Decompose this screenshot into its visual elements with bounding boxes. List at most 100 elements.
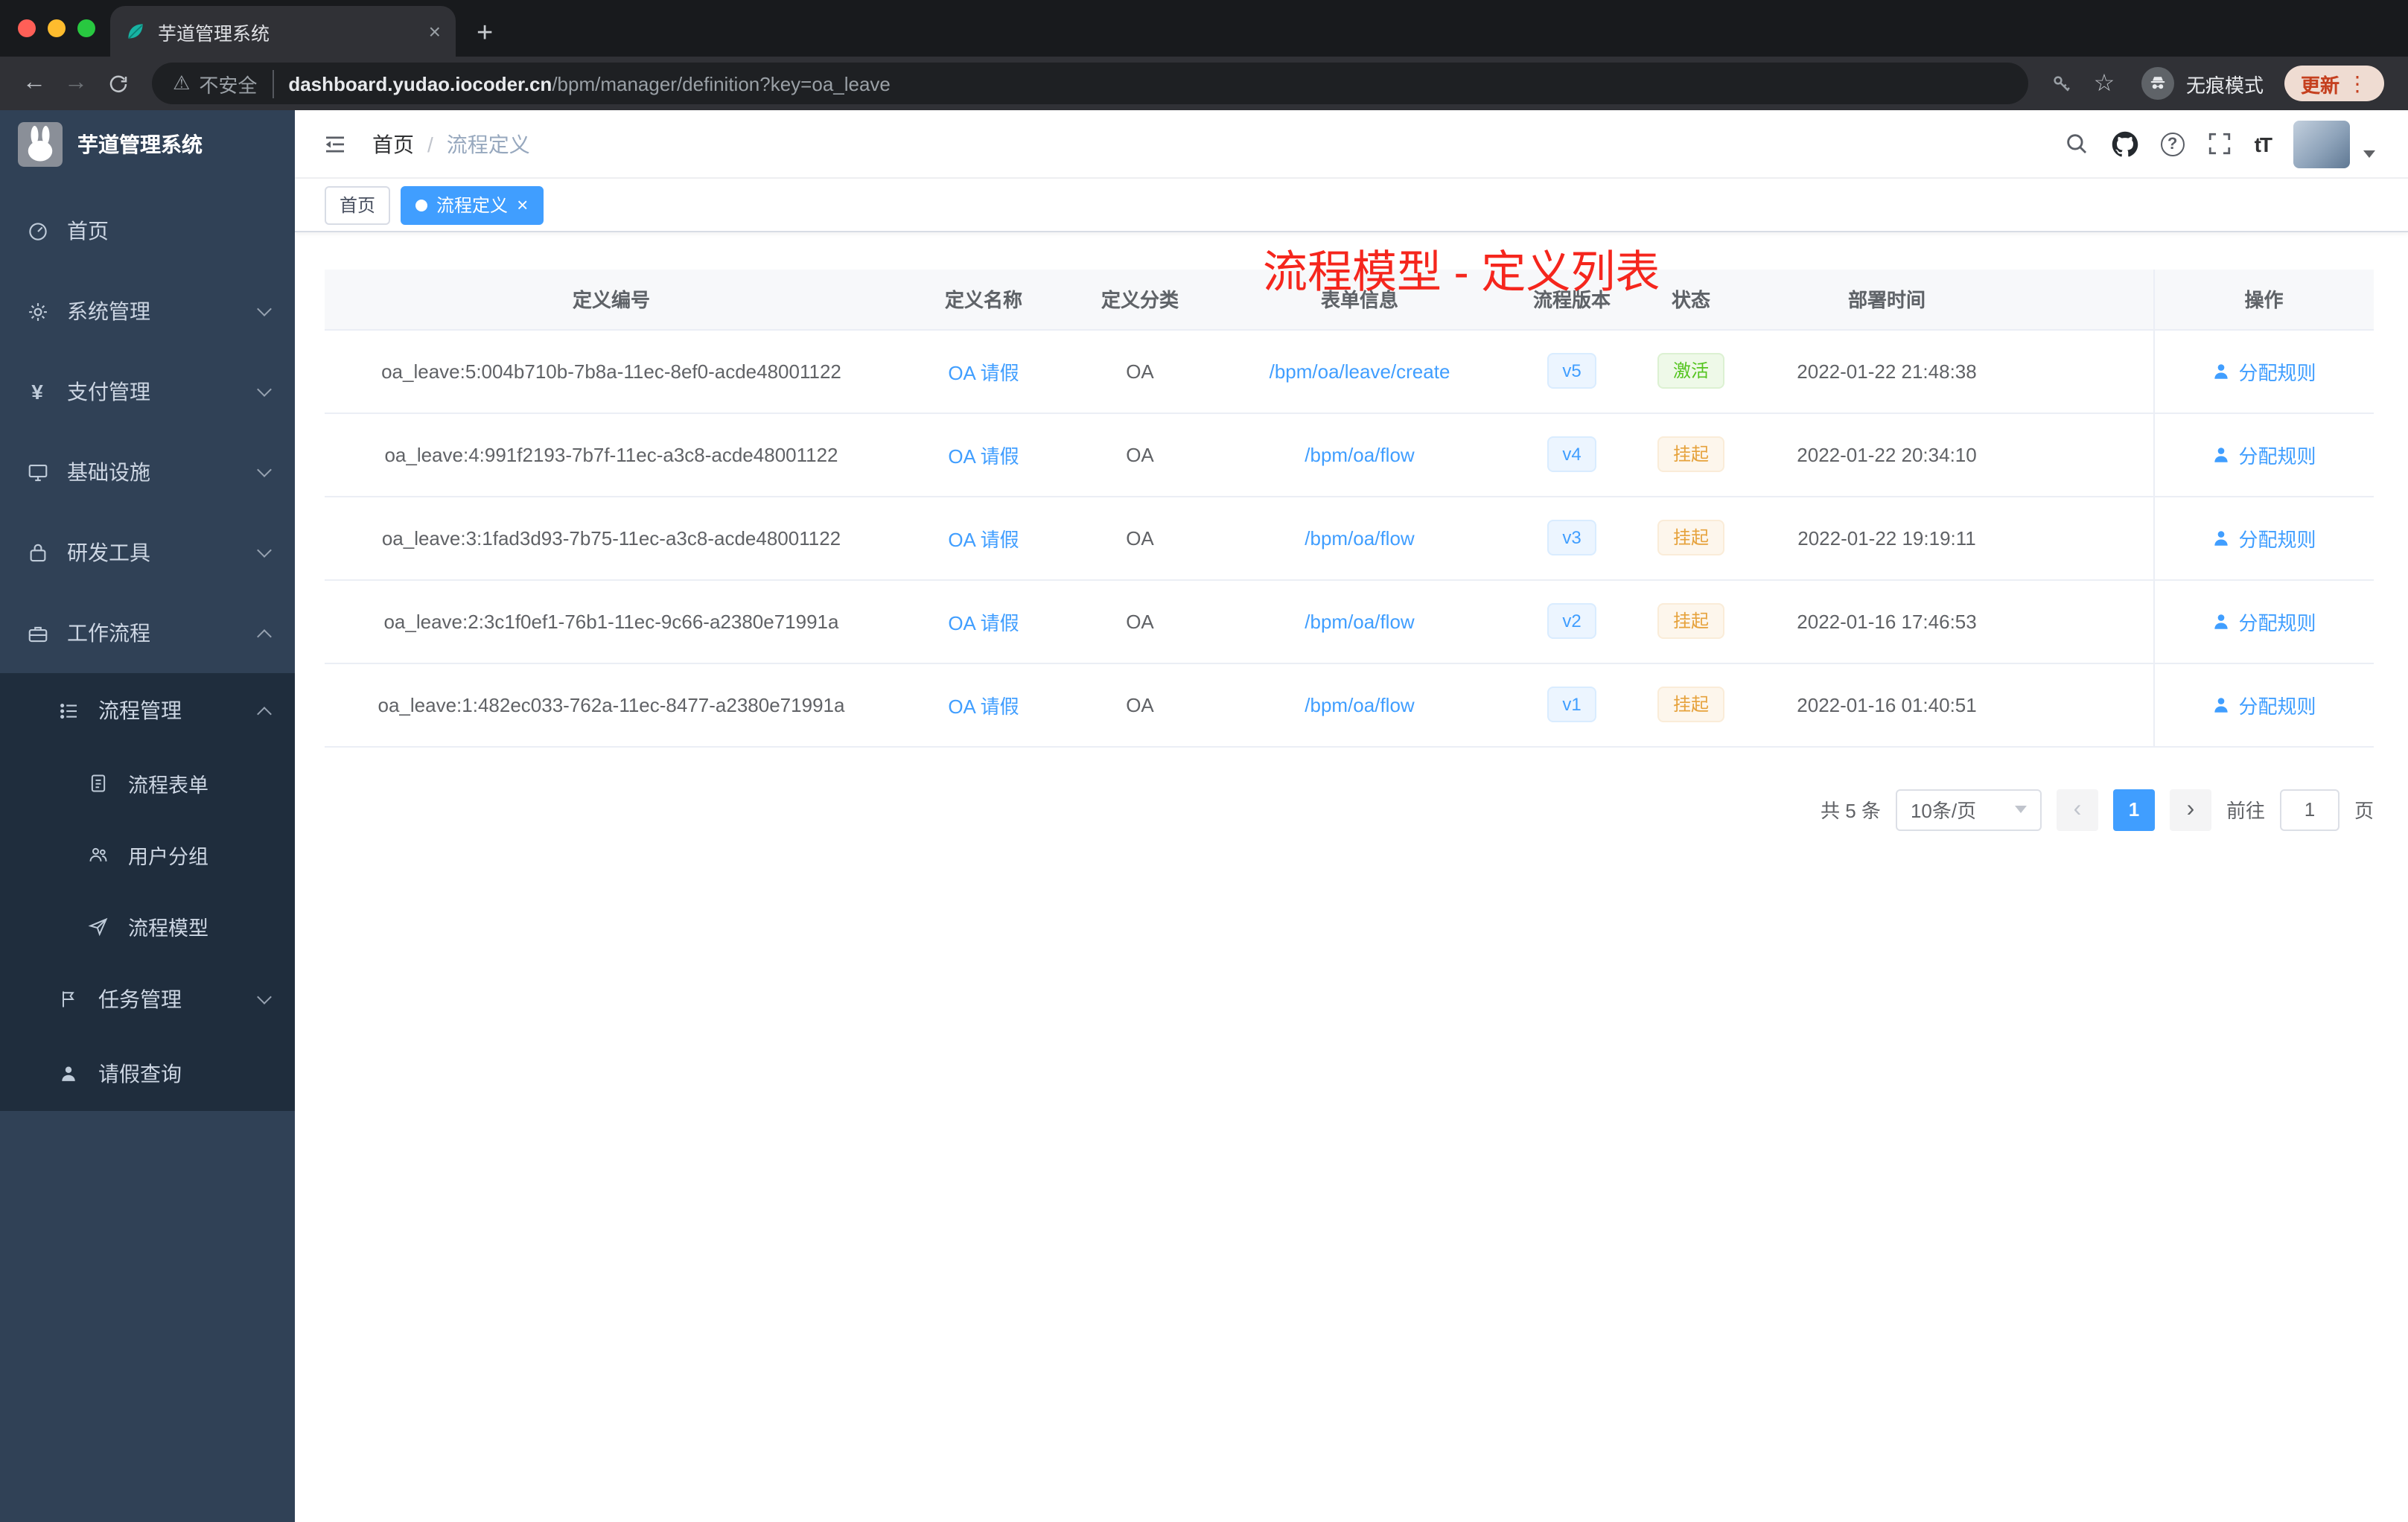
form-link[interactable]: /bpm/oa/flow bbox=[1305, 443, 1414, 465]
user-icon bbox=[2214, 447, 2229, 462]
forward-button[interactable]: → bbox=[57, 64, 95, 103]
address-bar[interactable]: ⚠ 不安全 dashboard.yudao.iocoder.cn/bpm/man… bbox=[152, 63, 2028, 104]
cell-spacer bbox=[2027, 579, 2153, 663]
browser-tab[interactable]: 芋道管理系统 × bbox=[110, 6, 456, 57]
form-link[interactable]: /bpm/oa/leave/create bbox=[1270, 360, 1450, 382]
column-header: 定义分类 bbox=[1069, 270, 1211, 330]
sidebar-item-label: 用户分组 bbox=[128, 846, 208, 868]
definition-name-link[interactable]: OA 请假 bbox=[948, 445, 1019, 467]
form-link[interactable]: /bpm/oa/flow bbox=[1305, 693, 1414, 716]
sidebar: 芋道管理系统 首页 系统管理 ¥ 支付管理 基础设施 研发工具 工作流程 流程管… bbox=[0, 110, 295, 1522]
user-avatar[interactable] bbox=[2293, 120, 2350, 168]
assign-rule-button[interactable]: 分配规则 bbox=[2211, 357, 2316, 385]
sidebar-item-workflow[interactable]: 工作流程 bbox=[0, 593, 295, 673]
sidebar-toggle-button[interactable] bbox=[322, 130, 348, 157]
window-minimize-button[interactable] bbox=[48, 19, 66, 37]
assign-rule-button[interactable]: 分配规则 bbox=[2211, 440, 2316, 468]
user-menu-caret-icon[interactable] bbox=[2363, 150, 2375, 158]
reload-button[interactable] bbox=[98, 64, 137, 103]
version-badge: v3 bbox=[1547, 520, 1596, 555]
sidebar-item-label: 流程表单 bbox=[128, 774, 208, 797]
pagination-total: 共 5 条 bbox=[1821, 800, 1881, 822]
update-label: 更新 bbox=[2300, 74, 2339, 96]
sidebar-item-label: 任务管理 bbox=[98, 987, 182, 1011]
security-label[interactable]: 不安全 bbox=[199, 69, 257, 98]
fullscreen-icon[interactable] bbox=[2207, 131, 2232, 156]
definition-name-link[interactable]: OA 请假 bbox=[948, 611, 1019, 634]
next-page-button[interactable]: › bbox=[2169, 789, 2211, 830]
chevron-down-icon bbox=[257, 381, 272, 396]
paper-plane-icon bbox=[86, 916, 110, 937]
definition-category: OA bbox=[1069, 413, 1211, 497]
browser-toolbar: ← → ⚠ 不安全 dashboard.yudao.iocoder.cn/bpm… bbox=[0, 57, 2408, 110]
sidebar-item-process-form[interactable]: 流程表单 bbox=[0, 748, 295, 819]
github-icon[interactable] bbox=[2112, 130, 2138, 157]
annotation-overlay: 流程模型 - 定义列表 bbox=[1263, 249, 1660, 298]
breadcrumb-home[interactable]: 首页 bbox=[372, 129, 414, 159]
app-header: 首页 / 流程定义 ? tT bbox=[295, 110, 2408, 179]
prev-page-button[interactable]: ‹ bbox=[2056, 789, 2098, 830]
deploy-time: 2022-01-22 21:48:38 bbox=[1747, 329, 2027, 413]
sidebar-item-leave-query[interactable]: 请假查询 bbox=[0, 1037, 295, 1111]
briefcase-icon bbox=[25, 622, 49, 644]
document-icon bbox=[86, 773, 110, 794]
tag-close-icon[interactable]: × bbox=[517, 195, 528, 214]
menu-dots-icon: ⋮ bbox=[2347, 71, 2368, 95]
sidebar-item-payment[interactable]: ¥ 支付管理 bbox=[0, 351, 295, 432]
incognito-label: 无痕模式 bbox=[2185, 74, 2264, 96]
user-icon bbox=[2214, 530, 2229, 545]
password-key-icon[interactable] bbox=[2043, 64, 2082, 103]
page-size-select[interactable]: 10条/页 bbox=[1895, 789, 2042, 830]
logo-avatar bbox=[18, 122, 63, 167]
back-button[interactable]: ← bbox=[15, 64, 54, 103]
definition-id: oa_leave:4:991f2193-7b7f-11ec-a3c8-acde4… bbox=[325, 413, 898, 497]
assign-rule-button[interactable]: 分配规则 bbox=[2211, 523, 2316, 552]
tab-title: 芋道管理系统 bbox=[158, 23, 270, 44]
definition-name-link[interactable]: OA 请假 bbox=[948, 695, 1019, 717]
monitor-icon bbox=[25, 461, 49, 483]
sidebar-item-home[interactable]: 首页 bbox=[0, 191, 295, 271]
page-goto-input[interactable] bbox=[2279, 789, 2339, 830]
sidebar-item-task-management[interactable]: 任务管理 bbox=[0, 962, 295, 1037]
chevron-down-icon bbox=[2014, 806, 2027, 813]
window-close-button[interactable] bbox=[18, 19, 36, 37]
sidebar-item-label: 系统管理 bbox=[67, 299, 150, 323]
sidebar-logo[interactable]: 芋道管理系统 bbox=[0, 110, 295, 179]
definition-name-link[interactable]: OA 请假 bbox=[948, 528, 1019, 550]
active-dot bbox=[415, 199, 428, 211]
sidebar-item-label: 流程模型 bbox=[128, 917, 208, 940]
sidebar-item-process-management[interactable]: 流程管理 bbox=[0, 673, 295, 748]
definition-category: OA bbox=[1069, 329, 1211, 413]
new-tab-button[interactable]: + bbox=[477, 18, 493, 51]
sidebar-item-devtools[interactable]: 研发工具 bbox=[0, 512, 295, 593]
sidebar-item-infrastructure[interactable]: 基础设施 bbox=[0, 432, 295, 512]
assign-rule-button[interactable]: 分配规则 bbox=[2211, 607, 2316, 635]
chevron-up-icon bbox=[257, 628, 272, 643]
sidebar-item-user-group[interactable]: 用户分组 bbox=[0, 819, 295, 891]
sidebar-item-label: 研发工具 bbox=[67, 541, 150, 564]
font-size-icon[interactable]: tT bbox=[2255, 132, 2272, 156]
search-icon[interactable] bbox=[2064, 131, 2089, 156]
user-icon bbox=[57, 1063, 80, 1084]
update-button[interactable]: 更新 ⋮ bbox=[2284, 66, 2384, 101]
assign-rule-button[interactable]: 分配规则 bbox=[2211, 690, 2316, 719]
window-zoom-button[interactable] bbox=[77, 19, 95, 37]
tag-process-definition[interactable]: 流程定义 × bbox=[401, 185, 544, 224]
definition-name-link[interactable]: OA 请假 bbox=[948, 361, 1019, 383]
site-favicon-icon bbox=[125, 21, 146, 42]
form-link[interactable]: /bpm/oa/flow bbox=[1305, 610, 1414, 632]
column-header: 定义编号 bbox=[325, 270, 898, 330]
sidebar-item-system[interactable]: 系统管理 bbox=[0, 271, 295, 351]
tab-close-icon[interactable]: × bbox=[429, 21, 441, 42]
tag-home[interactable]: 首页 bbox=[325, 185, 391, 224]
bookmark-star-icon[interactable]: ☆ bbox=[2085, 64, 2124, 103]
app-title: 芋道管理系统 bbox=[77, 133, 203, 156]
status-badge: 激活 bbox=[1657, 353, 1724, 389]
sidebar-item-process-model[interactable]: 流程模型 bbox=[0, 891, 295, 962]
cell-spacer bbox=[2027, 413, 2153, 497]
status-badge: 挂起 bbox=[1657, 520, 1724, 555]
help-icon[interactable]: ? bbox=[2160, 132, 2185, 156]
page-1-button[interactable]: 1 bbox=[2112, 789, 2155, 830]
tags-view: 首页 流程定义 × bbox=[295, 179, 2408, 232]
form-link[interactable]: /bpm/oa/flow bbox=[1305, 526, 1414, 549]
